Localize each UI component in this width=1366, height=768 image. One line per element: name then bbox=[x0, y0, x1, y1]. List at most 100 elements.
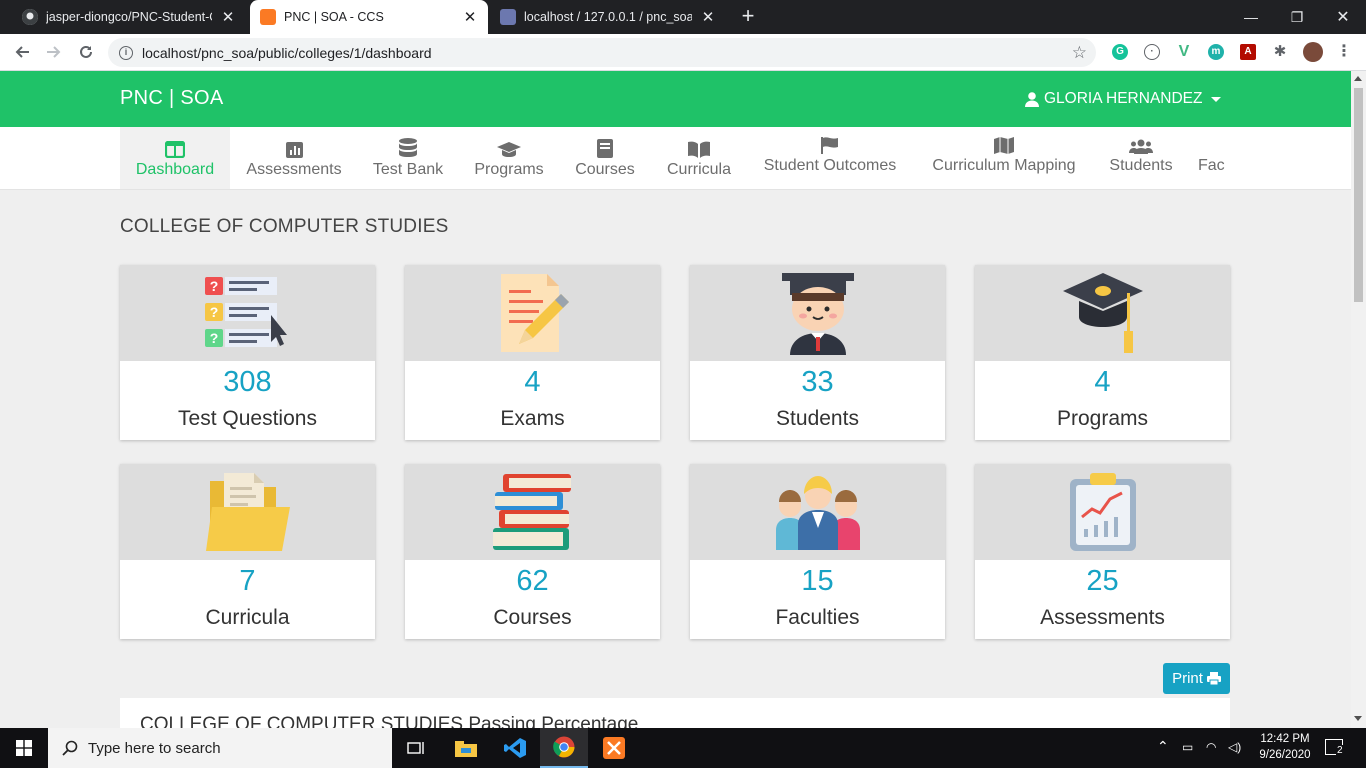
page-scrollbar[interactable] bbox=[1351, 71, 1366, 728]
card-image bbox=[975, 265, 1230, 361]
stat-label: Exams bbox=[500, 407, 565, 430]
stat-value: 15 bbox=[801, 565, 834, 597]
new-tab-icon[interactable]: + bbox=[737, 5, 759, 27]
vscode-icon[interactable] bbox=[491, 733, 539, 763]
quiz-list-icon: ? ? ? bbox=[204, 277, 287, 347]
stat-card-faculties[interactable]: 15 Faculties bbox=[690, 464, 945, 639]
forward-icon[interactable] bbox=[42, 40, 66, 64]
nav-label: Student Outcomes bbox=[763, 156, 897, 174]
open-book-icon bbox=[688, 141, 710, 158]
close-tab-icon[interactable]: ✕ bbox=[700, 8, 716, 26]
brand-logo[interactable]: PNC | SOA bbox=[120, 87, 223, 110]
wifi-icon[interactable]: ◠ bbox=[1206, 740, 1216, 754]
svg-text:?: ? bbox=[209, 304, 218, 320]
nav-dashboard[interactable]: Dashboard bbox=[120, 127, 230, 189]
bookmark-star-icon[interactable]: ☆ bbox=[1072, 43, 1087, 63]
taskbar-search-box[interactable]: Type here to search bbox=[48, 728, 392, 768]
menu-dots-icon[interactable]: ⋮ bbox=[1336, 44, 1352, 60]
browser-tab-phpmyadmin[interactable]: localhost / 127.0.0.1 / pnc_soa_fir ✕ bbox=[490, 0, 726, 34]
graduation-cap-icon bbox=[1062, 273, 1143, 353]
info-icon[interactable]: i bbox=[119, 45, 133, 60]
clock-date: 9/26/2020 bbox=[1259, 749, 1311, 761]
stat-card-programs[interactable]: 4 Programs bbox=[975, 265, 1230, 440]
stat-card-curricula[interactable]: 7 Curricula bbox=[120, 464, 375, 639]
card-image bbox=[405, 464, 660, 560]
nav-programs[interactable]: Programs bbox=[464, 127, 554, 189]
reload-icon[interactable] bbox=[74, 40, 98, 64]
extension-m-icon[interactable]: m bbox=[1208, 44, 1224, 60]
stat-label: Students bbox=[776, 407, 859, 430]
user-icon bbox=[1025, 91, 1039, 107]
notification-count: 2 bbox=[1336, 745, 1344, 756]
passing-percentage-panel: COLLEGE OF COMPUTER STUDIES Passing Perc… bbox=[120, 698, 1230, 728]
panel-title: COLLEGE OF COMPUTER STUDIES Passing Perc… bbox=[140, 714, 639, 728]
close-window-icon[interactable]: ✕ bbox=[1320, 0, 1366, 34]
notifications-icon[interactable]: 2 bbox=[1325, 739, 1344, 756]
stat-card-exams[interactable]: 4 Exams bbox=[405, 265, 660, 440]
tray-chevron-up-icon[interactable]: ⌃ bbox=[1157, 738, 1169, 755]
windows-start-icon[interactable] bbox=[0, 733, 48, 763]
close-tab-icon[interactable]: ✕ bbox=[462, 8, 478, 26]
grammarly-extension-icon[interactable]: G bbox=[1112, 44, 1128, 60]
stat-card-courses[interactable]: 62 Courses bbox=[405, 464, 660, 639]
task-view-icon[interactable] bbox=[392, 733, 440, 763]
nav-curricula[interactable]: Curricula bbox=[656, 127, 742, 189]
flag-icon bbox=[821, 136, 838, 154]
nav-students[interactable]: Students bbox=[1100, 127, 1182, 185]
nav-student-outcomes[interactable]: Student Outcomes bbox=[754, 127, 906, 185]
card-image bbox=[975, 464, 1230, 560]
scroll-up-icon[interactable] bbox=[1354, 76, 1362, 81]
back-icon[interactable] bbox=[10, 40, 34, 64]
graduation-cap-icon bbox=[497, 141, 521, 157]
svg-text:?: ? bbox=[209, 330, 218, 346]
tab-title: PNC | SOA - CCS bbox=[284, 10, 384, 24]
scroll-thumb[interactable] bbox=[1354, 88, 1363, 302]
extension-icon[interactable]: · bbox=[1144, 44, 1160, 60]
folder-icon bbox=[205, 473, 290, 551]
taskbar-clock[interactable]: 12:42 PM 9/26/2020 bbox=[1255, 731, 1315, 763]
scroll-down-icon[interactable] bbox=[1354, 716, 1362, 721]
phpmyadmin-icon bbox=[500, 9, 516, 25]
card-image bbox=[405, 265, 660, 361]
stat-card-students[interactable]: 33 Students bbox=[690, 265, 945, 440]
nav-test-bank[interactable]: Test Bank bbox=[362, 127, 454, 189]
nav-faculties[interactable]: Fac bbox=[1198, 127, 1230, 185]
stat-card-test-questions[interactable]: ? ? ? 308 Test Questions bbox=[120, 265, 375, 440]
exam-paper-icon bbox=[500, 274, 569, 352]
extensions-puzzle-icon[interactable]: ✱ bbox=[1272, 44, 1288, 60]
profile-avatar[interactable] bbox=[1303, 42, 1323, 62]
user-menu[interactable]: GLORIA HERNANDEZ bbox=[1025, 90, 1222, 108]
restore-icon[interactable]: ❐ bbox=[1274, 0, 1320, 34]
dashboard-icon bbox=[165, 140, 185, 158]
browser-tab-github[interactable]: jasper-diongco/PNC-Student-Ou ✕ bbox=[12, 0, 246, 34]
nav-assessments[interactable]: Assessments bbox=[238, 127, 350, 189]
url-text: localhost/pnc_soa/public/colleges/1/dash… bbox=[142, 44, 432, 61]
card-image bbox=[690, 265, 945, 361]
stat-label: Programs bbox=[1056, 407, 1149, 430]
books-stack-icon bbox=[492, 474, 571, 550]
nav-curriculum-mapping[interactable]: Curriculum Mapping bbox=[920, 127, 1088, 185]
windows-taskbar: Type here to search ⌃ ▭ ◠ ◁) 12:42 PM 9/… bbox=[0, 728, 1366, 768]
faculty-group-icon bbox=[775, 476, 860, 550]
browser-tab-active[interactable]: PNC | SOA - CCS ✕ bbox=[250, 0, 488, 34]
print-button[interactable]: Print bbox=[1163, 663, 1230, 694]
chrome-taskbar-icon[interactable] bbox=[540, 728, 588, 768]
stat-label: Test Questions bbox=[178, 407, 317, 430]
file-explorer-icon[interactable] bbox=[442, 733, 490, 763]
address-bar[interactable]: i localhost/pnc_soa/public/colleges/1/da… bbox=[108, 38, 1096, 67]
minimize-icon[interactable]: — bbox=[1228, 0, 1274, 34]
nav-label: Test Bank bbox=[372, 160, 444, 178]
stat-value: 62 bbox=[516, 565, 549, 597]
tab-title: jasper-diongco/PNC-Student-Ou bbox=[46, 10, 212, 24]
stat-label: Courses bbox=[493, 606, 572, 629]
nav-courses[interactable]: Courses bbox=[564, 127, 646, 189]
stat-card-assessments[interactable]: 25 Assessments bbox=[975, 464, 1230, 639]
close-tab-icon[interactable]: ✕ bbox=[220, 8, 236, 26]
pdf-extension-icon[interactable]: A bbox=[1240, 44, 1256, 60]
stat-label: Assessments bbox=[1040, 606, 1165, 629]
battery-icon[interactable]: ▭ bbox=[1182, 740, 1193, 754]
xampp-taskbar-icon[interactable] bbox=[590, 733, 638, 763]
volume-icon[interactable]: ◁) bbox=[1228, 740, 1241, 754]
vue-devtools-icon[interactable]: V bbox=[1176, 44, 1192, 60]
nav-label: Dashboard bbox=[135, 160, 215, 178]
